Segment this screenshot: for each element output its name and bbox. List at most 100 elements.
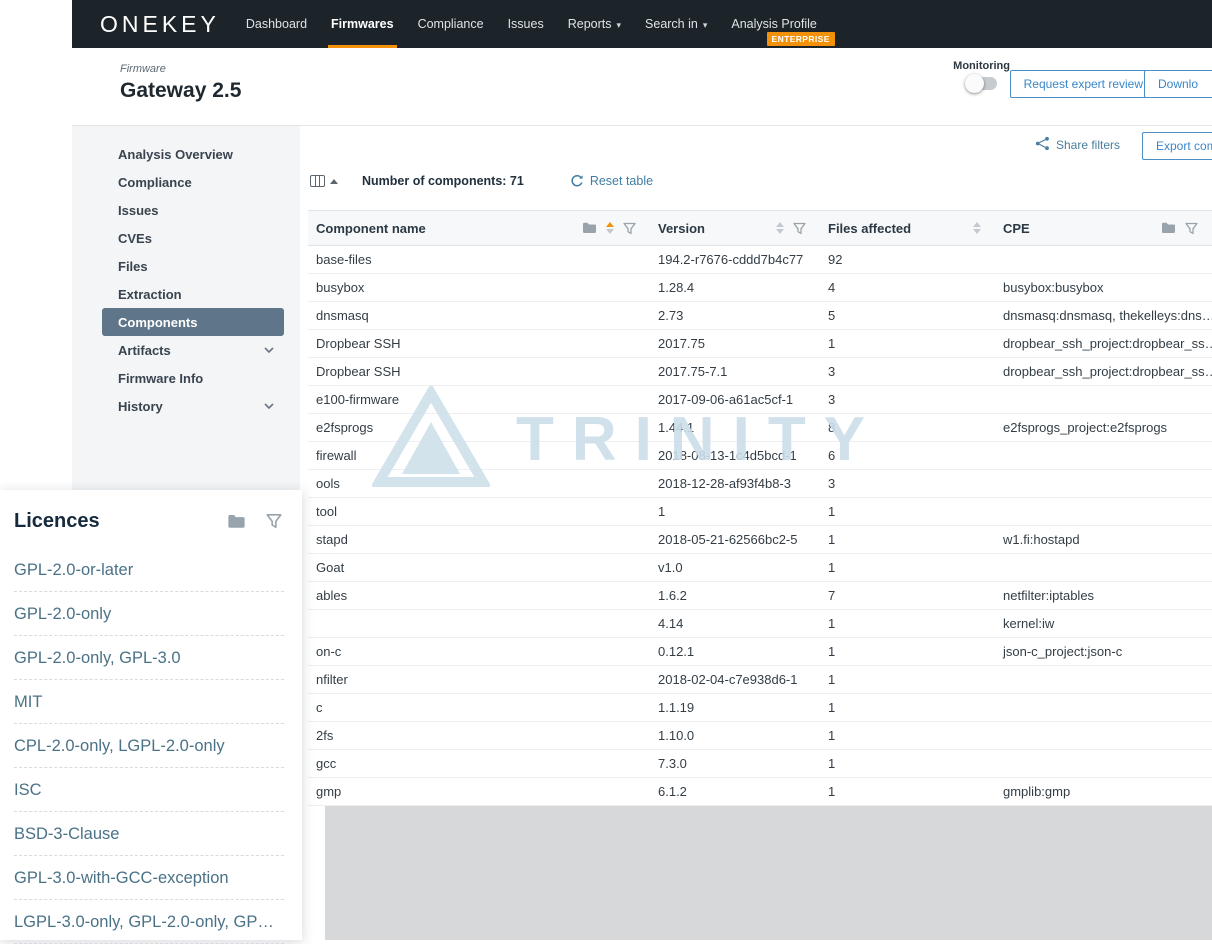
reset-table-button[interactable]: Reset table [570,174,653,188]
table-row[interactable]: Goatv1.01 [308,554,1212,582]
nav-item-search-in[interactable]: Search in▾ [633,0,719,48]
licence-item[interactable]: GPL-3.0-with-GCC-exception [14,856,284,900]
cell-cpe: gmplib:gmp [995,778,1212,805]
licence-item[interactable]: GPL-2.0-or-later [14,548,284,592]
onekey-logo[interactable]: ONEKEY [100,11,220,38]
nav-item-firmwares[interactable]: Firmwares [319,0,406,48]
column-header-files-affected: Files affected [820,211,995,245]
column-header-cpe: CPE [995,211,1212,245]
cell-cpe: json-c_project:json-c [995,638,1212,665]
share-filters-link[interactable]: Share filters [1035,136,1120,154]
sidebar-item-cves[interactable]: CVEs [102,224,284,252]
cell-name: dnsmasq [308,302,650,329]
table-row[interactable]: e2fsprogs1.44.18e2fsprogs_project:e2fspr… [308,414,1212,442]
cell-cpe [995,554,1212,581]
table-row[interactable]: firewall2018-08-13-1c4d5bcd-16 [308,442,1212,470]
column-header-component-name: Component name [308,211,650,245]
sidebar-item-files[interactable]: Files [102,252,284,280]
nav-item-reports[interactable]: Reports▾ [556,0,633,48]
column-settings-button[interactable] [310,175,338,187]
licence-item[interactable]: GPL-2.0-only [14,592,284,636]
component-count-label: Number of components: 71 [362,174,524,188]
cell-version: 1.44.1 [650,414,820,441]
filter-icon[interactable] [266,513,282,529]
table-row[interactable]: on-c0.12.11json-c_project:json-c [308,638,1212,666]
nav-item-dashboard[interactable]: Dashboard [234,0,319,48]
filter-icon[interactable] [793,222,806,235]
folder-icon[interactable] [582,222,597,234]
download-report-button[interactable]: Downlo [1144,70,1212,98]
cell-version: 2017-09-06-a61ac5cf-1 [650,386,820,413]
sidebar-item-firmware-info[interactable]: Firmware Info [102,364,284,392]
cell-cpe [995,246,1212,273]
table-row[interactable]: Dropbear SSH2017.75-7.13dropbear_ssh_pro… [308,358,1212,386]
licence-item[interactable]: BSD-3-Clause [14,812,284,856]
nav-item-issues[interactable]: Issues [496,0,556,48]
cell-version: 1.10.0 [650,722,820,749]
firmware-eyebrow: Firmware [120,63,166,75]
sort-icon[interactable] [973,222,981,234]
cell-files: 1 [820,666,995,693]
nav-item-compliance[interactable]: Compliance [406,0,496,48]
cell-cpe [995,722,1212,749]
sort-icon[interactable] [606,222,614,234]
licences-title: Licences [14,510,100,533]
sidebar-item-extraction[interactable]: Extraction [102,280,284,308]
table-row[interactable]: Dropbear SSH2017.751dropbear_ssh_project… [308,330,1212,358]
licence-item[interactable]: ISC [14,768,284,812]
sort-icon[interactable] [776,222,784,234]
folder-icon[interactable] [227,514,246,529]
export-components-button[interactable]: Export comp [1142,132,1212,160]
filter-icon[interactable] [623,222,636,235]
cell-files: 1 [820,330,995,357]
monitoring-toggle[interactable] [967,77,997,90]
cell-name: ools [308,470,650,497]
table-row[interactable]: gmp6.1.21gmplib:gmp [308,778,1212,806]
cell-version: 4.14 [650,610,820,637]
filter-icon[interactable] [1185,222,1198,235]
table-row[interactable]: 4.141kernel:iw [308,610,1212,638]
request-expert-review-button[interactable]: Request expert review [1010,70,1157,98]
licence-item[interactable]: GPL-2.0-only, GPL-3.0 [14,636,284,680]
table-row[interactable]: stapd2018-05-21-62566bc2-51w1.fi:hostapd [308,526,1212,554]
licences-header: Licences [0,504,302,538]
cell-cpe [995,498,1212,525]
top-navbar: ONEKEY DashboardFirmwaresComplianceIssue… [72,0,1212,48]
sidebar-item-components[interactable]: Components [102,308,284,336]
table-row[interactable]: ools2018-12-28-af93f4b8-33 [308,470,1212,498]
cell-files: 1 [820,498,995,525]
table-row[interactable]: base-files194.2-r7676-cddd7b4c7792 [308,246,1212,274]
table-row[interactable]: nfilter2018-02-04-c7e938d6-11 [308,666,1212,694]
cell-cpe: e2fsprogs_project:e2fsprogs [995,414,1212,441]
caret-up-icon [330,179,338,184]
sidebar-item-analysis-overview[interactable]: Analysis Overview [102,140,284,168]
nav-item-analysis-profile[interactable]: Analysis ProfileENTERPRISE [719,0,828,48]
sidebar-item-issues[interactable]: Issues [102,196,284,224]
folder-icon[interactable] [1161,222,1176,234]
cell-name [308,610,650,637]
table-row[interactable]: busybox1.28.44busybox:busybox [308,274,1212,302]
page-header: Firmware Gateway 2.5 Monitoring Request … [72,48,1212,126]
cell-files: 1 [820,778,995,805]
table-row[interactable]: ables1.6.27netfilter:iptables [308,582,1212,610]
cell-files: 1 [820,638,995,665]
sidebar-item-compliance[interactable]: Compliance [102,168,284,196]
licence-item[interactable]: MIT [14,680,284,724]
share-icon [1035,136,1050,154]
cell-name: base-files [308,246,650,273]
cell-name: firewall [308,442,650,469]
table-row[interactable]: gcc7.3.01 [308,750,1212,778]
cell-files: 1 [820,694,995,721]
table-row[interactable]: 2fs1.10.01 [308,722,1212,750]
sidebar-item-history[interactable]: History [102,392,284,420]
licence-item[interactable]: LGPL-3.0-only, GPL-2.0-only, GP… [14,900,284,944]
table-row[interactable]: tool11 [308,498,1212,526]
cell-files: 92 [820,246,995,273]
table-row[interactable]: c1.1.191 [308,694,1212,722]
licence-item[interactable]: CPL-2.0-only, LGPL-2.0-only [14,724,284,768]
table-row[interactable]: e100-firmware2017-09-06-a61ac5cf-13 [308,386,1212,414]
chevron-down-icon: ▾ [703,20,708,31]
sidebar-item-artifacts[interactable]: Artifacts [102,336,284,364]
cell-name: Goat [308,554,650,581]
table-row[interactable]: dnsmasq2.735dnsmasq:dnsmasq, thekelleys:… [308,302,1212,330]
